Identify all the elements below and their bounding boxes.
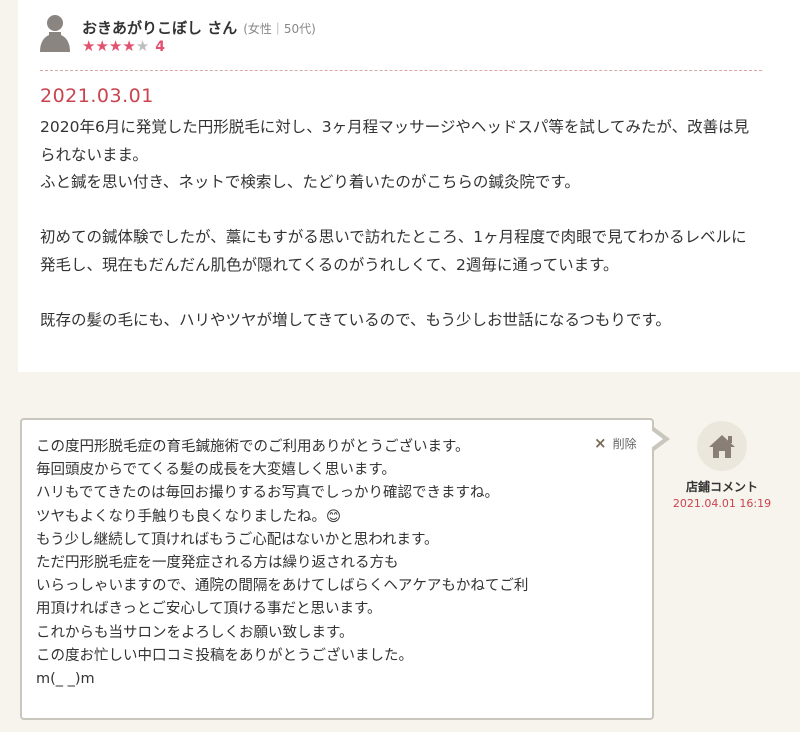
delete-label: 削除: [612, 437, 637, 451]
rating-stars: ★★★★★ 4: [82, 37, 165, 55]
close-icon: ×: [594, 434, 607, 452]
avatar: [38, 12, 72, 56]
reviewer-info: おきあがりこぼし さん (女性｜50代): [82, 17, 316, 38]
shop-comment-date: 2021.04.01 16:19: [672, 497, 772, 510]
rating-number: 4: [155, 39, 166, 55]
shop-avatar: [697, 421, 747, 471]
reviewer-meta: (女性｜50代): [243, 22, 316, 36]
divider: [40, 70, 762, 71]
star-icon: ★: [135, 37, 150, 55]
bubble-arrow-inner: [651, 430, 663, 448]
review-date: 2021.03.01: [40, 85, 154, 107]
reviewer-name: おきあがりこぼし さん: [82, 19, 238, 37]
delete-button[interactable]: × 削除: [594, 434, 637, 452]
shop-reply-body: この度円形脱毛症の育毛鍼施術でのご利用ありがとうございます。 毎回頭皮からでてく…: [36, 439, 529, 688]
star-icon: ★: [108, 37, 123, 55]
star-icon: ★: [122, 37, 136, 55]
shop-comment-label: 店鋪コメント: [685, 480, 758, 494]
star-icon: ★: [82, 37, 96, 55]
star-icon: ★: [95, 37, 109, 55]
user-silhouette-icon: [40, 15, 70, 52]
house-icon: [709, 435, 735, 458]
review-body: 2020年6月に発覚した円形脱毛に対し、3ヶ月程マッサージやヘッドスパ等を試して…: [40, 118, 750, 329]
